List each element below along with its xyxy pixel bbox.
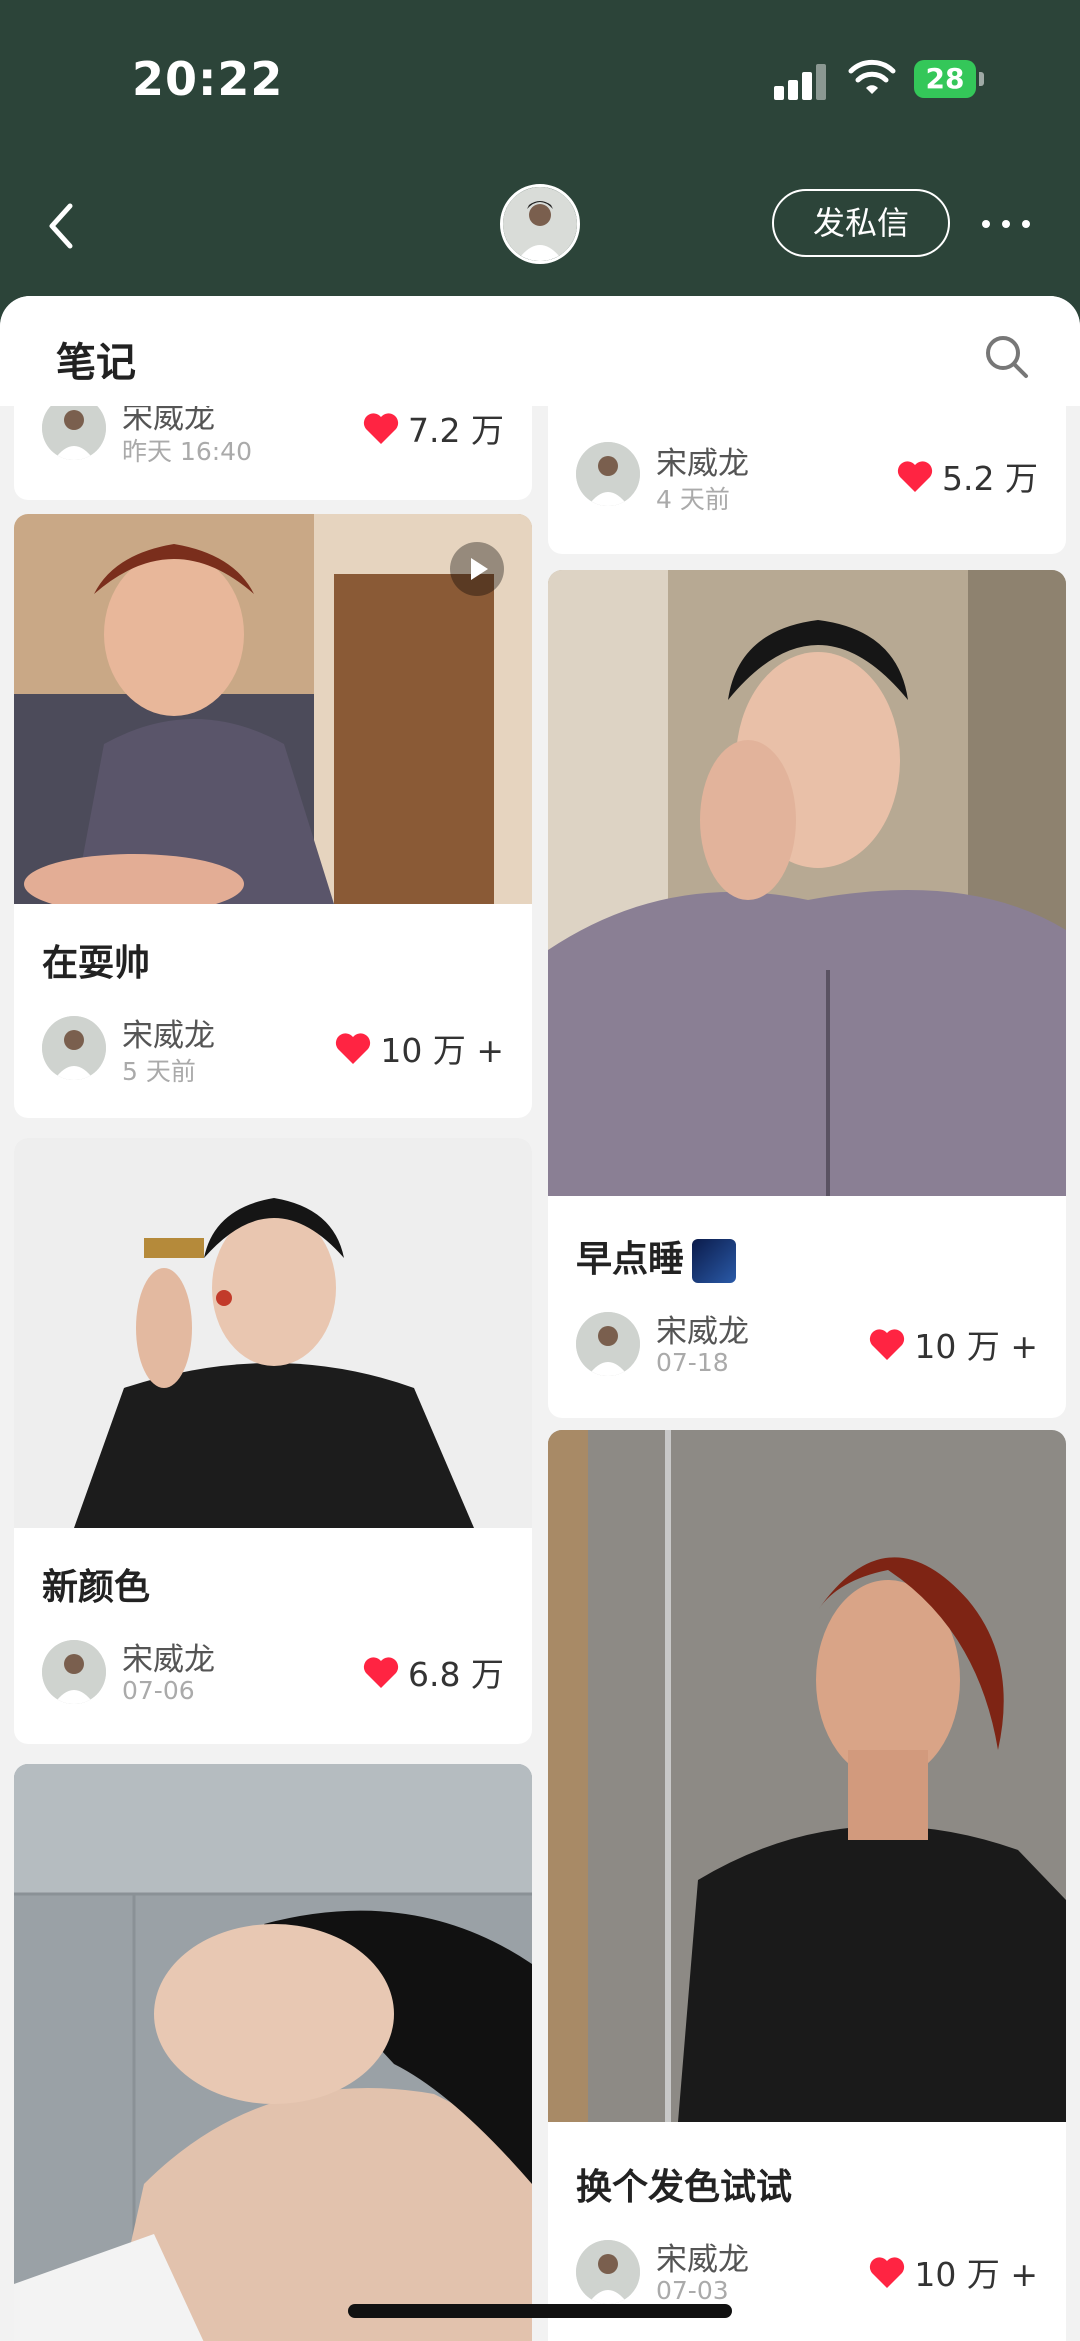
post-time: 5 天前: [122, 1057, 196, 1086]
author-name: 宋威龙: [122, 1018, 215, 1054]
post-time: 昨天 16:40: [122, 437, 252, 466]
author-avatar: [576, 2240, 640, 2304]
note-cover-image: [14, 1764, 532, 2341]
video-play-icon: [450, 542, 504, 596]
note-cover-image: [548, 1430, 1066, 2122]
more-horizontal-icon: [982, 220, 1030, 228]
author-name: 宋威龙: [122, 1642, 215, 1678]
notes-header: 笔记: [0, 296, 1080, 406]
like-count[interactable]: 10 万 +: [868, 1320, 1038, 1368]
post-time: 07-18: [656, 1348, 729, 1377]
header-avatar[interactable]: [500, 184, 580, 264]
like-count[interactable]: 10 万 +: [868, 2248, 1038, 2296]
send-message-button[interactable]: 发私信: [772, 189, 950, 257]
notes-title: 笔记: [56, 340, 136, 386]
note-card[interactable]: 换个发色试试 宋威龙 07-03 10 万 +: [548, 1430, 1066, 2341]
like-count-text: 10 万 +: [914, 1327, 1038, 1366]
avatar-image: [576, 442, 640, 506]
like-count-text: 10 万 +: [914, 2255, 1038, 2294]
note-card[interactable]: 新颜色 宋威龙 07-06 6.8 万: [14, 1138, 532, 1744]
battery-indicator: 28: [914, 60, 976, 98]
chevron-left-icon: [49, 203, 73, 249]
more-button[interactable]: [978, 206, 1034, 242]
like-count[interactable]: 7.2 万: [362, 404, 504, 452]
battery-tip: [979, 72, 984, 86]
avatar-image: [576, 1312, 640, 1376]
avatar-image: [503, 187, 577, 261]
avatar-image: [576, 2240, 640, 2304]
like-count-text: 5.2 万: [942, 459, 1038, 498]
note-card[interactable]: 早点睡 宋威龙 07-18 10 万 +: [548, 570, 1066, 1418]
header-background: [0, 0, 1080, 330]
post-time: 07-06: [122, 1676, 195, 1705]
author-avatar: [42, 1016, 106, 1080]
like-count[interactable]: 5.2 万: [896, 452, 1038, 500]
notes-sheet: 笔记 宋威龙 昨天 16:40 7.2 万 在耍帅 宋威龙 5 天前 10 万 …: [0, 296, 1080, 2341]
author-name: 宋威龙: [656, 2242, 749, 2278]
note-title-text: 早点睡: [576, 1239, 685, 1280]
home-indicator[interactable]: [348, 2304, 732, 2318]
note-cover-image: [14, 1138, 532, 1528]
avatar-image: [42, 1640, 106, 1704]
heart-icon: [870, 2257, 905, 2288]
search-button[interactable]: [982, 332, 1032, 382]
author-avatar: [42, 1640, 106, 1704]
note-title: 换个发色试试: [576, 2167, 793, 2208]
post-time: 07-03: [656, 2276, 729, 2305]
heart-icon: [870, 1329, 905, 1360]
like-count-text: 6.8 万: [408, 1655, 504, 1694]
author-name: 宋威龙: [656, 446, 749, 482]
note-title: 早点睡: [576, 1230, 737, 1283]
note-cover-image: [548, 570, 1066, 1196]
wifi-icon: [848, 59, 896, 94]
author-avatar: [576, 442, 640, 506]
post-time: 4 天前: [656, 485, 730, 514]
heart-icon: [336, 1033, 371, 1064]
like-count[interactable]: 10 万 +: [334, 1024, 504, 1072]
cellular-signal-icon: [774, 62, 830, 100]
like-count-text: 10 万 +: [380, 1031, 504, 1070]
avatar-image: [42, 1016, 106, 1080]
heart-icon: [363, 413, 399, 444]
back-button[interactable]: [40, 196, 84, 256]
night-sky-emoji-icon: [692, 1239, 737, 1283]
like-count[interactable]: 6.8 万: [362, 1648, 504, 1696]
like-count-text: 7.2 万: [408, 411, 504, 450]
heart-icon: [897, 461, 933, 492]
status-time: 20:22: [132, 52, 284, 106]
heart-icon: [363, 1657, 399, 1688]
search-icon: [986, 336, 1028, 378]
note-title: 在耍帅: [42, 943, 151, 984]
note-title: 新颜色: [42, 1567, 151, 1608]
author-avatar: [576, 1312, 640, 1376]
note-card[interactable]: 在耍帅 宋威龙 5 天前 10 万 +: [14, 514, 532, 1118]
author-name: 宋威龙: [656, 1314, 749, 1350]
note-card[interactable]: [14, 1764, 532, 2341]
